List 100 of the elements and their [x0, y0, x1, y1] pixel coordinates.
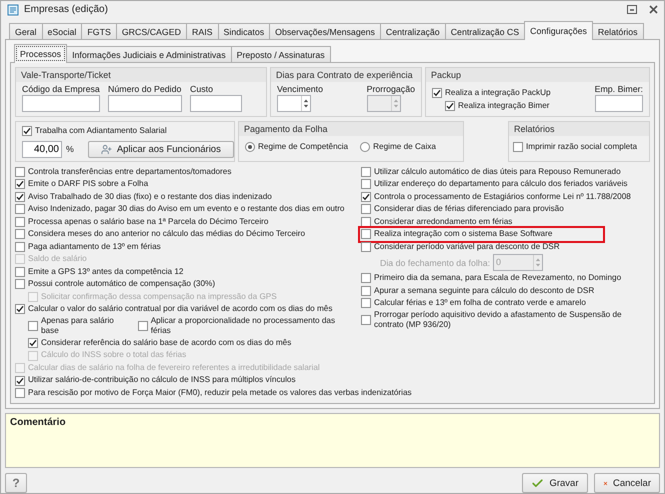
checkbox[interactable]: [15, 192, 25, 202]
checkbox[interactable]: [22, 126, 32, 136]
tab[interactable]: Informações Judiciais e Administrativas: [66, 46, 232, 64]
checkbox[interactable]: [361, 229, 371, 240]
tab[interactable]: Sindicatos: [218, 23, 270, 40]
option-label: Emite a GPS 13º antes da competência 12: [28, 266, 184, 278]
restore-icon[interactable]: [627, 5, 637, 14]
option-label: Considerar dias de férias diferenciado para provisão: [374, 204, 564, 215]
help-button[interactable]: ?: [5, 473, 27, 493]
tab[interactable]: eSocial: [42, 23, 82, 40]
checkbox[interactable]: [15, 166, 25, 177]
field-label: Código da Empresa: [22, 84, 100, 94]
field-label: Dia do fechamento da folha:: [380, 258, 490, 268]
checkbox[interactable]: [361, 192, 371, 202]
text-field[interactable]: [108, 95, 182, 112]
tab[interactable]: Preposto / Assinaturas: [230, 46, 331, 64]
checkbox[interactable]: [361, 286, 371, 296]
option-label: Utilizar salário-de-contribuição no cálculo de INSS para múltiplos vínculos: [28, 375, 296, 386]
tab[interactable]: Observações/Mensagens: [269, 23, 381, 40]
option-label: Aviso Indenizado, pagar 30 dias do Aviso em um evento e o restante dos dias em outro: [28, 204, 344, 215]
option-label: Considerar arredondamento em férias: [374, 216, 512, 228]
checkbox[interactable]: [432, 88, 442, 98]
option-label: Imprimir razão social completa: [526, 142, 638, 153]
user-plus-icon: [100, 144, 112, 155]
tab[interactable]: GRCS/CAGED: [116, 23, 187, 40]
checkbox[interactable]: [361, 273, 371, 284]
checkbox[interactable]: [15, 242, 25, 252]
checkbox[interactable]: [28, 321, 38, 332]
text-field[interactable]: [22, 95, 100, 112]
checkbox[interactable]: [361, 315, 371, 326]
tab[interactable]: FGTS: [81, 23, 117, 40]
group-title: Vale-Transporte/Ticket: [16, 68, 266, 82]
checkbox[interactable]: [15, 266, 25, 277]
comment-label: Comentário: [10, 417, 66, 428]
checkbox[interactable]: [445, 100, 455, 111]
group-title: Pagamento da Folha: [239, 122, 463, 136]
option-label: Apurar a semana seguinte para cálculo do desconto de DSR: [374, 286, 594, 296]
checkbox[interactable]: [361, 179, 371, 190]
option-label: Utilizar endereço do departamento para cálculo dos feriados variáveis: [374, 179, 628, 190]
tab[interactable]: RAIS: [186, 23, 219, 40]
option-label: Controla o processamento de Estagiários conforme Lei nº 11.788/2008: [374, 192, 631, 202]
radio-button[interactable]: [360, 142, 370, 152]
field-label: Prorrogação: [366, 84, 415, 94]
field-label: Custo: [190, 84, 214, 94]
group-title: Packup: [426, 68, 649, 82]
checkbox[interactable]: [15, 279, 25, 290]
app-icon: [7, 3, 20, 16]
checkbox[interactable]: [28, 338, 38, 348]
checkbox[interactable]: [361, 242, 371, 252]
tab[interactable]: Processos: [14, 44, 68, 64]
group-title: Relatórios: [509, 122, 649, 136]
checkbox[interactable]: [15, 229, 25, 240]
tab[interactable]: Centralização CS: [444, 23, 526, 40]
checkbox[interactable]: [15, 204, 25, 214]
tab[interactable]: Centralização: [380, 23, 446, 40]
option-label: Paga adiantamento de 13º em férias: [28, 242, 161, 252]
field-label: Emp. Bimer:: [594, 84, 643, 94]
percent-field[interactable]: 40,00: [22, 140, 62, 158]
comment-field[interactable]: Comentário: [5, 413, 660, 468]
number-spin-field[interactable]: [277, 95, 311, 112]
option-label: Prorrogar período aquisitivo devido a afastamento de Suspensão de contrato (MP 936/20): [374, 310, 623, 331]
text-field[interactable]: [594, 95, 643, 112]
field-label: Número do Pedido: [108, 84, 182, 94]
apply-button[interactable]: Aplicar aos Funcionários: [88, 140, 234, 158]
unit-label: %: [66, 144, 74, 154]
option-label: Solicitar confirmação dessa compensação na impressão da GPS: [41, 292, 277, 302]
spin-arrows-icon[interactable]: [301, 96, 310, 112]
checkbox[interactable]: [15, 216, 25, 227]
radio-button[interactable]: [245, 142, 255, 152]
option-label: Aviso Trabalhado de 30 dias (fixo) e o restante dos dias indenizado: [28, 192, 272, 202]
cancel-button[interactable]: Cancelar: [594, 473, 660, 493]
checkbox[interactable]: [15, 179, 25, 190]
option-label: Processa apenas o salário base na 1ª Parcela do Décimo Terceiro: [28, 216, 268, 228]
checkbox[interactable]: [138, 321, 148, 332]
option-label: Controla transferências entre departamentos/tomadores: [28, 166, 232, 178]
checkbox[interactable]: [15, 388, 25, 398]
group-title: Dias para Contrato de experiência: [271, 68, 421, 82]
tab[interactable]: Geral: [9, 23, 43, 40]
option-label: Realiza a integração PackUp: [445, 88, 551, 99]
close-icon[interactable]: [649, 5, 658, 14]
option-label: Calcular o valor do salário contratual por dia variável de acordo com os dias do mês: [28, 304, 332, 315]
check-icon: [531, 476, 544, 490]
window-title: Empresas (edição): [24, 4, 109, 16]
option-label: Regime de Caixa: [373, 142, 436, 153]
tab[interactable]: Configurações: [524, 21, 593, 40]
checkbox[interactable]: [15, 304, 25, 314]
text-field[interactable]: [190, 95, 242, 112]
option-label: Realiza integração com o sistema Base Software: [374, 229, 552, 240]
option-label: Primeiro dia da semana, para Escala de Revezamento, no Domingo: [374, 273, 622, 284]
option-label: Para rescisão por motivo de Força Maior (FM0), reduzir pela metade os valores das verbas indenizatórias: [28, 388, 412, 398]
checkbox[interactable]: [15, 376, 25, 386]
save-button[interactable]: Gravar: [522, 473, 588, 493]
checkbox[interactable]: [361, 216, 371, 227]
checkbox[interactable]: [361, 166, 371, 177]
checkbox[interactable]: [361, 298, 371, 308]
field-label: Vencimento: [277, 84, 323, 94]
tab[interactable]: Relatórios: [592, 23, 644, 40]
option-label: Apenas para salário base: [41, 316, 115, 337]
checkbox[interactable]: [361, 204, 371, 214]
checkbox[interactable]: [513, 142, 523, 152]
